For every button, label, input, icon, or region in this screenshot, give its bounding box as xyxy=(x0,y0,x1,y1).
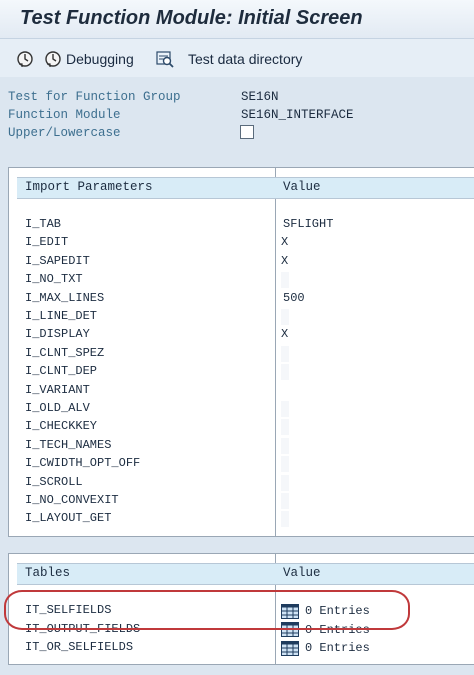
import-parameters-header: Import Parameters Value xyxy=(17,177,474,199)
debugging-button[interactable]: Debugging xyxy=(44,49,134,69)
parameter-name: I_CHECKKEY xyxy=(25,419,98,434)
import-parameter-row: I_VARIANT xyxy=(9,382,474,400)
parameter-value-field[interactable]: X xyxy=(281,254,288,270)
table-grid-icon xyxy=(281,640,299,656)
parameter-value-field[interactable]: X xyxy=(281,235,288,251)
parameter-value-field[interactable] xyxy=(281,419,289,436)
title-bar: Test Function Module: Initial Screen xyxy=(0,0,474,39)
parameter-value-field[interactable] xyxy=(281,456,289,473)
table-entries[interactable]: 0 Entries xyxy=(281,622,370,638)
table-parameter-row: IT_OUTPUT_FIELDS 0 Entries xyxy=(9,621,474,639)
import-parameter-row: I_CWIDTH_OPT_OFF xyxy=(9,455,474,473)
parameter-name: I_EDIT xyxy=(25,235,69,250)
parameter-value-field[interactable] xyxy=(281,345,289,362)
import-parameter-row: I_NO_CONVEXIT xyxy=(9,492,474,510)
entries-count: 0 Entries xyxy=(305,622,370,637)
table-grid-icon xyxy=(281,603,299,619)
table-name: IT_SELFIELDS xyxy=(25,603,112,617)
table-name: IT_OUTPUT_FIELDS xyxy=(25,621,141,636)
execute-button[interactable] xyxy=(16,49,38,69)
import-parameter-row: I_MAX_LINES 500 xyxy=(9,290,474,308)
table-name: IT_OR_SELFIELDS xyxy=(25,640,134,654)
upper-lowercase-checkbox[interactable] xyxy=(240,125,254,139)
parameter-value-field[interactable] xyxy=(281,511,289,528)
table-entries[interactable]: 0 Entries xyxy=(281,640,370,656)
tables-panel: Tables Value IT_SELFIELDS 0 Entries IT_OUT… xyxy=(8,553,474,665)
table-parameter-row: IT_SELFIELDS 0 Entries xyxy=(9,602,474,620)
import-parameter-row: I_SAPEDIT X xyxy=(9,253,474,271)
execute-clock-icon xyxy=(17,51,33,67)
table-grid-icon xyxy=(281,622,299,637)
parameter-value-field[interactable]: SFLIGHT xyxy=(281,217,473,233)
tables-header: Tables Value xyxy=(17,563,474,585)
parameter-name: I_VARIANT xyxy=(25,382,90,397)
import-parameter-row: I_TECH_NAMES xyxy=(9,437,474,455)
import-parameters-column-label: Import Parameters xyxy=(25,180,153,194)
test-data-directory-icon xyxy=(156,51,174,68)
import-parameter-row: I_EDIT X xyxy=(9,234,474,252)
parameter-value-field[interactable]: X xyxy=(281,327,288,343)
parameter-name: I_NO_CONVEXIT xyxy=(25,493,119,507)
parameter-value-field[interactable] xyxy=(281,272,289,289)
table-parameter-row: IT_OR_SELFIELDS 0 Entries xyxy=(9,639,474,657)
import-parameter-row: I_LINE_DET xyxy=(9,308,474,326)
parameter-value-field[interactable] xyxy=(281,493,289,509)
parameter-value-field[interactable] xyxy=(281,437,289,454)
parameter-name: I_CLNT_SPEZ xyxy=(25,345,105,360)
function-group-label: Test for Function Group xyxy=(8,90,181,104)
parameter-name: I_OLD_ALV xyxy=(25,401,90,415)
import-parameter-row: I_CLNT_DEP xyxy=(9,363,474,381)
test-data-directory-button[interactable]: Test data directory xyxy=(156,49,302,69)
tables-value-column-label: Value xyxy=(283,566,321,580)
entries-count: 0 Entries xyxy=(305,641,370,655)
parameter-name: I_NO_TXT xyxy=(25,272,83,287)
function-module-value: SE16N_INTERFACE xyxy=(241,108,354,122)
parameter-value-field[interactable] xyxy=(281,382,377,399)
parameter-name: I_TECH_NAMES xyxy=(25,437,112,452)
header-fields: Test for Function Group SE16N Function M… xyxy=(0,80,474,150)
function-group-value: SE16N xyxy=(241,90,279,104)
parameter-name: I_TAB xyxy=(25,217,62,231)
import-parameters-panel: Import Parameters Value I_TAB SFLIGHT I_ED… xyxy=(8,167,474,537)
upper-lowercase-label: Upper/Lowercase xyxy=(8,126,121,140)
parameter-name: I_LINE_DET xyxy=(25,309,98,323)
parameter-name: I_MAX_LINES xyxy=(25,290,105,305)
parameter-name: I_SAPEDIT xyxy=(25,253,90,268)
test-data-directory-label: Test data directory xyxy=(188,51,303,67)
parameter-name: I_SCROLL xyxy=(25,474,83,489)
debug-clock-icon xyxy=(45,51,61,67)
page-title: Test Function Module: Initial Screen xyxy=(20,7,363,29)
application-toolbar: Debugging Test data directory xyxy=(0,39,474,77)
parameter-name: I_CLNT_DEP xyxy=(25,364,98,379)
import-value-column-label: Value xyxy=(283,180,321,194)
import-parameter-row: I_OLD_ALV xyxy=(9,400,474,418)
import-parameter-row: I_DISPLAY X xyxy=(9,326,474,344)
tables-column-label: Tables xyxy=(25,566,71,580)
parameter-value-field[interactable] xyxy=(281,474,289,491)
entries-count: 0 Entries xyxy=(305,604,370,618)
import-parameter-row: I_NO_TXT xyxy=(9,271,474,289)
debugging-label: Debugging xyxy=(66,51,134,67)
parameter-value-field[interactable] xyxy=(281,401,289,417)
parameter-name: I_CWIDTH_OPT_OFF xyxy=(25,456,141,471)
function-module-label: Function Module xyxy=(8,108,121,122)
import-parameter-row: I_SCROLL xyxy=(9,474,474,492)
import-parameter-row: I_CHECKKEY xyxy=(9,418,474,436)
parameter-name: I_DISPLAY xyxy=(25,327,90,342)
table-entries[interactable]: 0 Entries xyxy=(281,603,370,619)
parameter-value-field[interactable]: 500 xyxy=(281,290,369,307)
parameter-value-field[interactable] xyxy=(281,364,289,381)
import-parameter-row: I_TAB SFLIGHT xyxy=(9,216,474,234)
parameter-value-field[interactable] xyxy=(281,309,289,325)
parameter-name: I_LAYOUT_GET xyxy=(25,511,112,526)
import-parameter-row: I_CLNT_SPEZ xyxy=(9,345,474,363)
import-parameter-row: I_LAYOUT_GET xyxy=(9,510,474,528)
